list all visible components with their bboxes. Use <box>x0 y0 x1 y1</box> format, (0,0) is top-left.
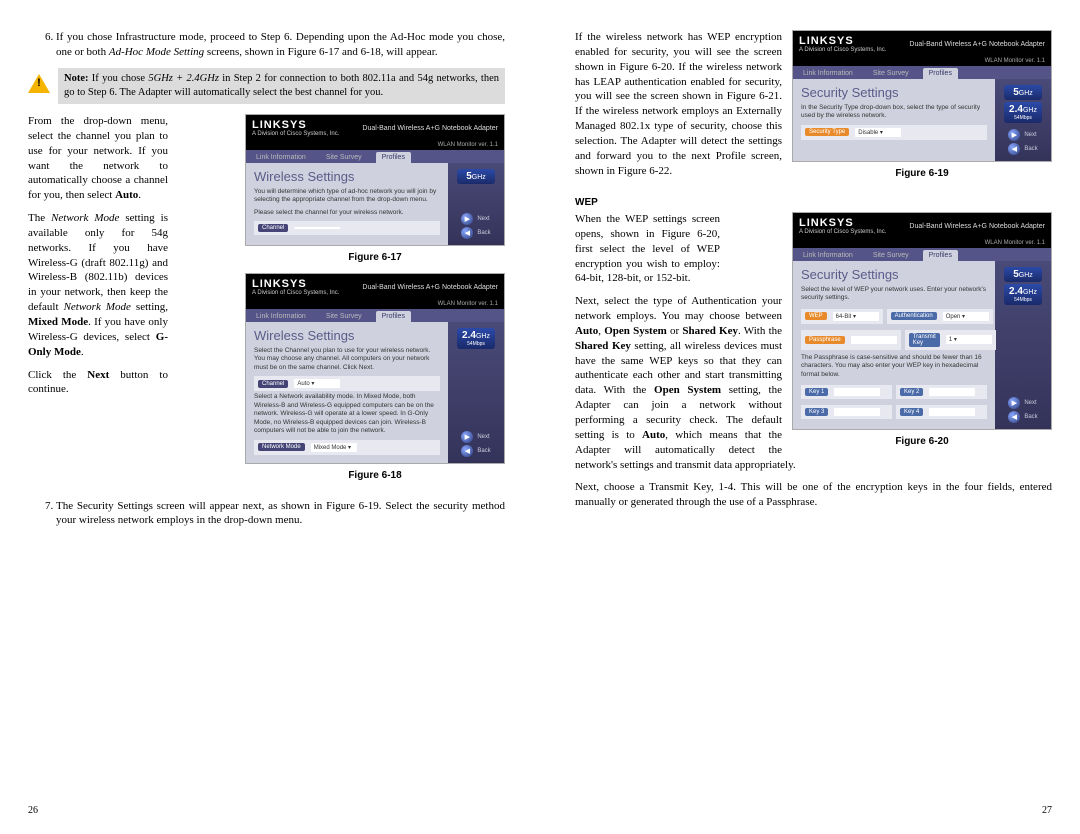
transmit-key-dropdown[interactable]: 1 ▾ <box>946 335 992 344</box>
back-button[interactable]: ◀Back <box>461 445 490 457</box>
note-box: Note: If you chose 5GHz + 2.4GHz in Step… <box>58 68 505 104</box>
note-row: Note: If you chose 5GHz + 2.4GHz in Step… <box>28 68 505 104</box>
key3-input[interactable] <box>834 408 880 416</box>
linksys-logo: LINKSYS <box>252 119 339 131</box>
left-text-col: From the drop-down menu, select the chan… <box>28 114 168 405</box>
next-button[interactable]: ▶Next <box>461 431 490 443</box>
figure-6-19-wrap: LINKSYS A Division of Cisco Systems, Inc… <box>792 30 1052 189</box>
content-wrap: LINKSYS A Division of Cisco Systems, Inc… <box>28 114 505 491</box>
page-27: LINKSYS A Division of Cisco Systems, Inc… <box>540 0 1080 834</box>
channel-dropdown[interactable]: Auto ▾ <box>294 379 340 388</box>
tab-profiles[interactable]: Profiles <box>376 152 411 163</box>
page-26: If you chose Infrastructure mode, procee… <box>0 0 540 834</box>
next-button[interactable]: ▶Next <box>1008 129 1037 141</box>
network-mode-label: Network Mode <box>258 443 305 451</box>
next-button[interactable]: ▶Next <box>1008 397 1037 409</box>
key4-input[interactable] <box>929 408 975 416</box>
figure-6-20-screenshot: LINKSYS A Division of Cisco Systems, Inc… <box>792 212 1052 430</box>
next-button[interactable]: ▶Next <box>461 213 490 225</box>
back-button[interactable]: ◀Back <box>461 227 490 239</box>
right-text-col: When the WEP settings screen opens, show… <box>575 212 720 294</box>
page-number: 26 <box>28 805 38 816</box>
auth-dropdown[interactable]: Open ▾ <box>943 312 989 321</box>
channel-dropdown[interactable] <box>294 227 340 229</box>
wep-heading: WEP <box>575 197 1052 208</box>
figure-6-20-caption: Figure 6-20 <box>792 436 1052 447</box>
band-badge-5ghz: 5GHz <box>457 169 495 184</box>
back-button[interactable]: ◀Back <box>1008 143 1037 155</box>
p-click-next: Click the Next button to continue. <box>28 368 168 398</box>
panel-title: Wireless Settings <box>254 169 440 184</box>
channel-label: Channel <box>258 224 288 232</box>
p-transmit-key: Next, choose a Transmit Key, 1-4. This w… <box>575 480 1052 510</box>
warning-icon <box>28 74 50 93</box>
network-mode-dropdown[interactable]: Mixed Mode ▾ <box>311 443 357 452</box>
page-number: 27 <box>1042 805 1052 816</box>
wep-dropdown[interactable]: 64-Bit ▾ <box>833 312 879 321</box>
back-button[interactable]: ◀Back <box>1008 411 1037 423</box>
step-7: The Security Settings screen will appear… <box>56 499 505 529</box>
tabs: Link Information Site Survey Profiles <box>246 150 504 163</box>
step-list-cont: The Security Settings screen will appear… <box>28 499 505 529</box>
key2-input[interactable] <box>929 388 975 396</box>
figure-stack: LINKSYS A Division of Cisco Systems, Inc… <box>245 114 505 491</box>
figure-6-18-caption: Figure 6-18 <box>245 470 505 481</box>
tab-site-survey[interactable]: Site Survey <box>320 152 368 163</box>
figure-6-19-caption: Figure 6-19 <box>792 168 1052 179</box>
p-wep-level: When the WEP settings screen opens, show… <box>575 212 720 286</box>
figure-6-20-wrap: LINKSYS A Division of Cisco Systems, Inc… <box>792 212 1052 457</box>
p-channel: From the drop-down menu, select the chan… <box>28 114 168 203</box>
figure-6-17-caption: Figure 6-17 <box>245 252 505 263</box>
figure-6-18-screenshot: LINKSYS A Division of Cisco Systems, Inc… <box>245 273 505 464</box>
p-network-mode: The Network Mode setting is available on… <box>28 211 168 359</box>
security-type-label: Security Type <box>805 128 849 136</box>
step-6: If you chose Infrastructure mode, procee… <box>56 30 505 60</box>
figure-6-19-screenshot: LINKSYS A Division of Cisco Systems, Inc… <box>792 30 1052 162</box>
passphrase-input[interactable] <box>851 336 897 344</box>
band-badge-24ghz: 2.4GHz54Mbps <box>457 328 495 349</box>
figure-6-17-screenshot: LINKSYS A Division of Cisco Systems, Inc… <box>245 114 505 246</box>
key1-input[interactable] <box>834 388 880 396</box>
step-list: If you chose Infrastructure mode, procee… <box>28 30 505 60</box>
security-type-dropdown[interactable]: Disable ▾ <box>855 128 901 137</box>
channel-label: Channel <box>258 380 288 388</box>
tab-link-info[interactable]: Link Information <box>250 152 312 163</box>
